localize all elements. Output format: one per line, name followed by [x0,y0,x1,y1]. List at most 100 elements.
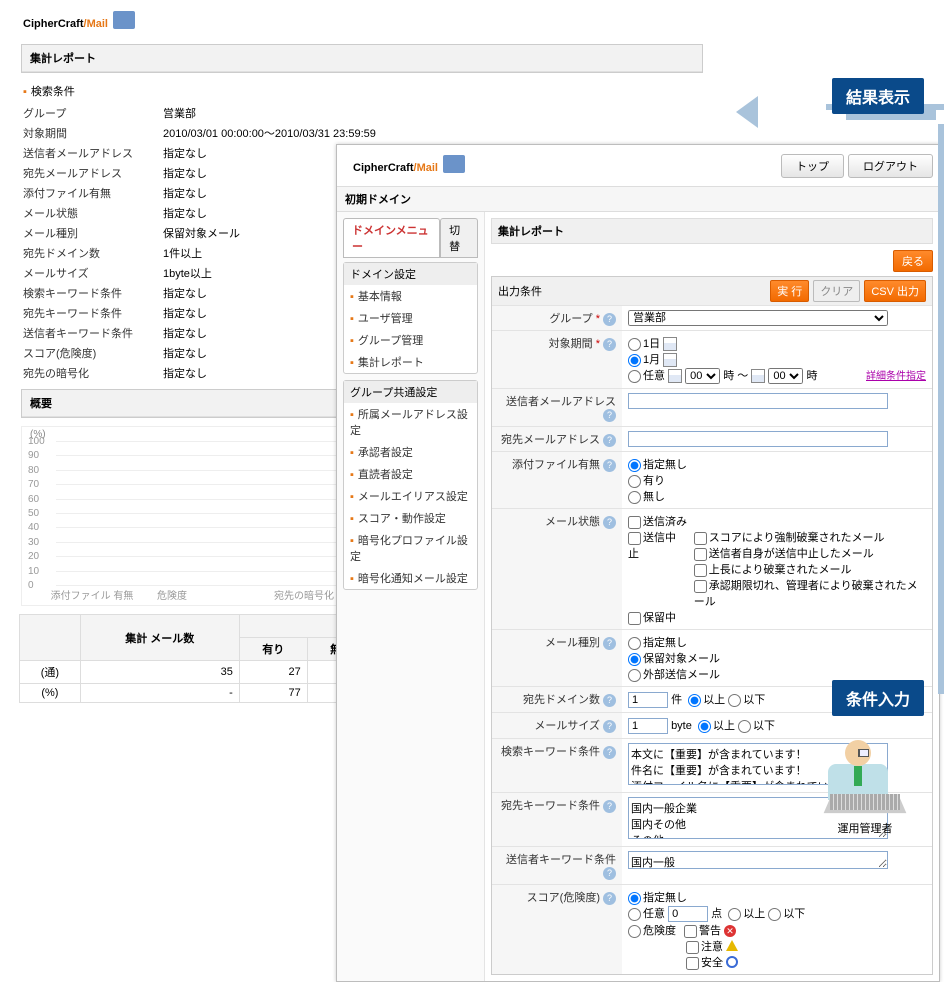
sidebar-item[interactable]: ▪直読者設定 [344,463,477,485]
execute-button[interactable]: 実 行 [770,280,809,302]
sidebar-item[interactable]: ▪基本情報 [344,285,477,307]
cond-value: 2010/03/01 00:00:00〜2010/03/31 23:59:59 [153,123,711,143]
sidebar-item[interactable]: ▪集計レポート [344,351,477,373]
clear-button[interactable]: クリア [813,280,860,302]
help-icon[interactable]: ? [603,867,616,880]
mail-icon [113,11,135,29]
mstate-hold-check[interactable] [628,612,641,625]
score-below-radio[interactable] [768,908,781,921]
sender-input[interactable] [628,393,888,409]
mstate-sub-check[interactable] [694,548,707,561]
group-select[interactable]: 営業部 [628,310,888,326]
help-icon[interactable]: ? [603,434,616,447]
tab-domain-menu[interactable]: ドメインメニュー [343,218,440,257]
attach-radio[interactable] [628,475,641,488]
warning-icon [726,940,738,951]
detail-link[interactable]: 詳細条件指定 [866,371,926,382]
calendar-icon[interactable] [663,337,677,351]
help-icon[interactable]: ? [603,800,616,813]
sidebar-item[interactable]: ▪承認者設定 [344,441,477,463]
help-icon[interactable]: ? [603,746,616,759]
msize-above-radio[interactable] [698,720,711,733]
period-1day-radio[interactable] [628,338,641,351]
hour-to-select[interactable]: 00 [768,368,803,384]
score-value-input[interactable] [668,906,708,922]
mstate-sent-check[interactable] [628,516,641,529]
main-title: 集計レポート [491,218,933,244]
logout-button[interactable]: ログアウト [848,154,933,178]
calendar-icon[interactable] [663,353,677,367]
hour-from-select[interactable]: 00 [685,368,720,384]
sidebar-item[interactable]: ▪ユーザ管理 [344,307,477,329]
score-risk-radio[interactable] [628,925,641,938]
score-safe-check[interactable] [686,957,699,970]
cond-key: グループ [13,103,153,123]
sidebar-item[interactable]: ▪暗号化プロファイル設定 [344,529,477,567]
cond-key: メールサイズ [13,263,153,283]
mstate-sub-check[interactable] [694,564,707,577]
sidebar-item[interactable]: ▪所属メールアドレス設定 [344,403,477,441]
period-any-radio[interactable] [628,370,641,383]
help-icon[interactable]: ? [603,637,616,650]
cond-key: 送信者キーワード条件 [13,323,153,343]
report-title: 集計レポート [22,45,702,72]
help-icon[interactable]: ? [603,720,616,733]
score-above-radio[interactable] [728,908,741,921]
help-icon[interactable]: ? [603,694,616,707]
msize-below-radio[interactable] [738,720,751,733]
mtype-radio[interactable] [628,637,641,650]
help-icon[interactable]: ? [603,892,616,905]
score-caution-check[interactable] [686,941,699,954]
mtype-radio[interactable] [628,653,641,666]
cond-key: 宛先メールアドレス [13,163,153,183]
top-button[interactable]: トップ [781,154,844,178]
cond-key: メール種別 [13,223,153,243]
cond-key: 宛先の暗号化 [13,363,153,383]
condition-window: CipherCraft/Mail トップ ログアウト 初期ドメイン ドメインメニ… [336,144,940,982]
cond-key: スコア(危険度) [13,343,153,363]
danger-icon: ✕ [724,925,736,937]
attach-radio[interactable] [628,459,641,472]
attach-radio[interactable] [628,491,641,504]
score-warn-check[interactable] [684,925,697,938]
mstate-sub-check[interactable] [694,580,707,593]
help-icon[interactable]: ? [603,338,616,351]
ddom-below-radio[interactable] [728,694,741,707]
sidebar-group-header: ドメイン設定 [344,263,477,285]
mtype-radio[interactable] [628,669,641,682]
tab-switch[interactable]: 切替 [440,218,478,257]
sender-keyword-textarea[interactable] [628,851,888,869]
admin-illustration: 運用管理者 [810,740,920,836]
conditions-title: 出力条件 [498,283,542,299]
score-any-radio[interactable] [628,908,641,921]
sidebar-item[interactable]: ▪スコア・動作設定 [344,507,477,529]
sidebar-item[interactable]: ▪暗号化通知メール設定 [344,567,477,589]
mstate-sub-check[interactable] [694,532,707,545]
cond-key: 宛先ドメイン数 [13,243,153,263]
sidebar-group-header: グループ共通設定 [344,381,477,403]
domain-count-input[interactable] [628,692,668,708]
ddom-above-radio[interactable] [688,694,701,707]
calendar-icon[interactable] [668,369,682,383]
back-button[interactable]: 戻る [893,250,933,272]
app-logo: CipherCraft/Mail [13,5,711,38]
sidebar-item[interactable]: ▪メールエイリアス設定 [344,485,477,507]
help-icon[interactable]: ? [603,459,616,472]
cond-key: 添付ファイル有無 [13,183,153,203]
csv-export-button[interactable]: CSV 出力 [864,280,926,302]
help-icon[interactable]: ? [603,516,616,529]
result-label: 結果表示 [832,78,924,114]
app-logo-front: CipherCraft/Mail [343,149,475,182]
sidebar-item[interactable]: ▪グループ管理 [344,329,477,351]
mstate-cancel-check[interactable] [628,532,641,545]
admin-label: 運用管理者 [810,820,920,836]
help-icon[interactable]: ? [603,409,616,422]
calendar-icon[interactable] [751,369,765,383]
mail-size-input[interactable] [628,718,668,734]
score-none-radio[interactable] [628,892,641,905]
dest-input[interactable] [628,431,888,447]
cond-value: 営業部 [153,103,711,123]
help-icon[interactable]: ? [603,313,616,326]
cond-key: 検索キーワード条件 [13,283,153,303]
period-1month-radio[interactable] [628,354,641,367]
